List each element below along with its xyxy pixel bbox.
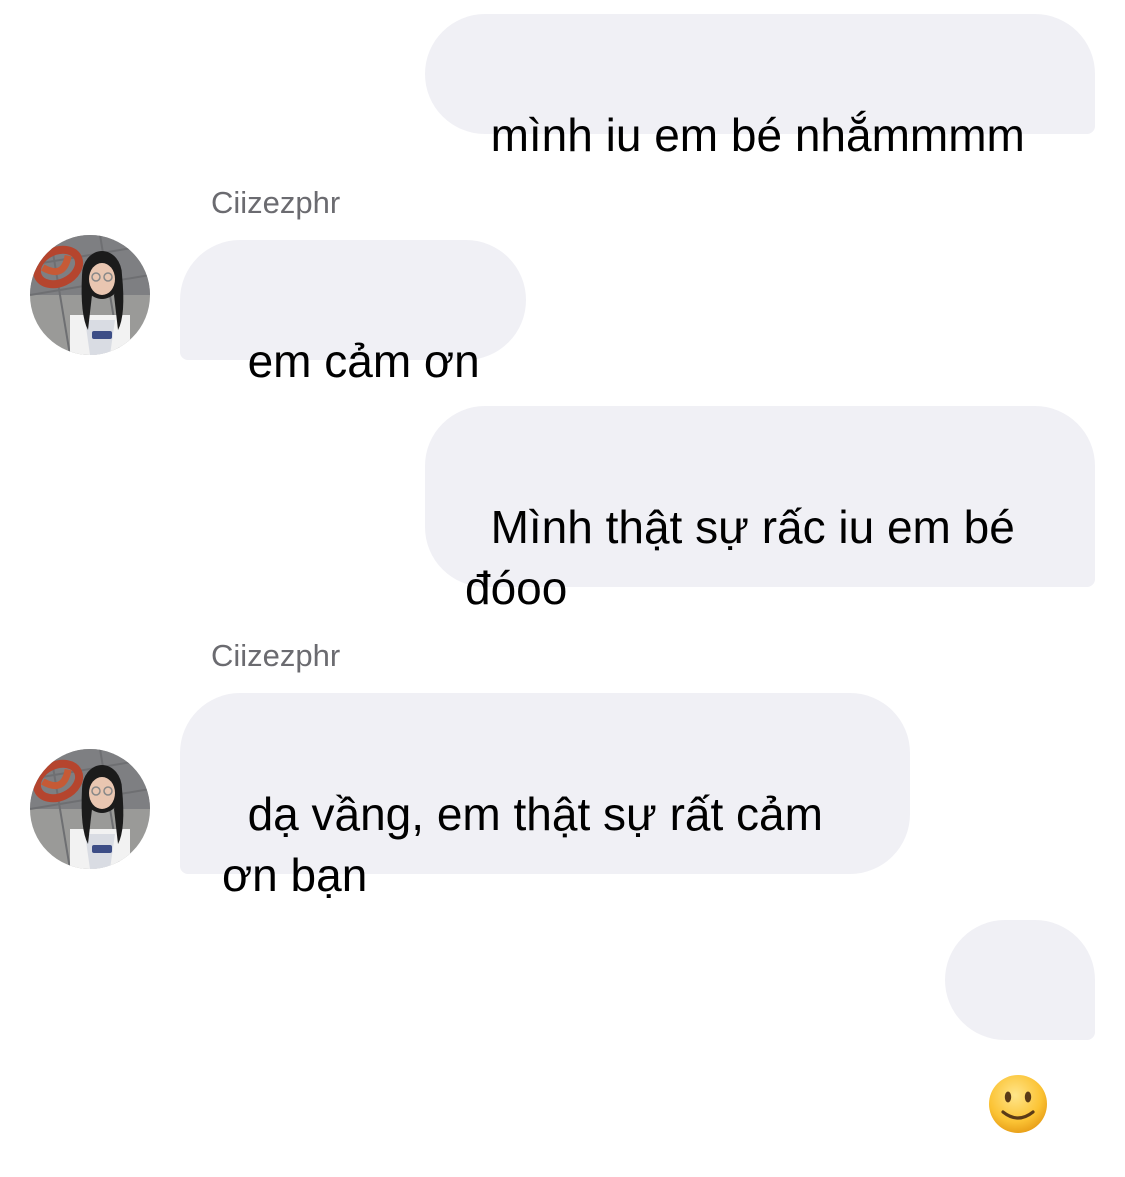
sender-name: Ciizezphr bbox=[211, 638, 341, 673]
avatar-photo-icon bbox=[30, 235, 150, 355]
slightly-smiling-face-icon bbox=[989, 1075, 1047, 1133]
message-text: Mình thật sự rấc iu em bé đóoo bbox=[465, 501, 1028, 614]
message-text: mình iu em bé nhắmmmm bbox=[490, 109, 1025, 161]
outgoing-emoji-bubble[interactable] bbox=[945, 920, 1095, 1133]
avatar[interactable] bbox=[30, 235, 150, 355]
sender-name: Ciizezphr bbox=[211, 185, 341, 220]
avatar-photo-icon bbox=[30, 749, 150, 869]
outgoing-message-bubble[interactable]: Mình thật sự rấc iu em bé đóoo bbox=[425, 406, 1095, 614]
outgoing-message-bubble[interactable]: mình iu em bé nhắmmmm bbox=[425, 14, 1095, 161]
avatar[interactable] bbox=[30, 749, 150, 869]
message-text: em cảm ơn bbox=[247, 335, 480, 387]
incoming-message-bubble[interactable]: em cảm ơn bbox=[180, 240, 526, 387]
message-text: dạ vầng, em thật sự rất cảm ơn bạn bbox=[222, 788, 836, 901]
incoming-message-bubble[interactable]: dạ vầng, em thật sự rất cảm ơn bạn bbox=[180, 693, 910, 901]
